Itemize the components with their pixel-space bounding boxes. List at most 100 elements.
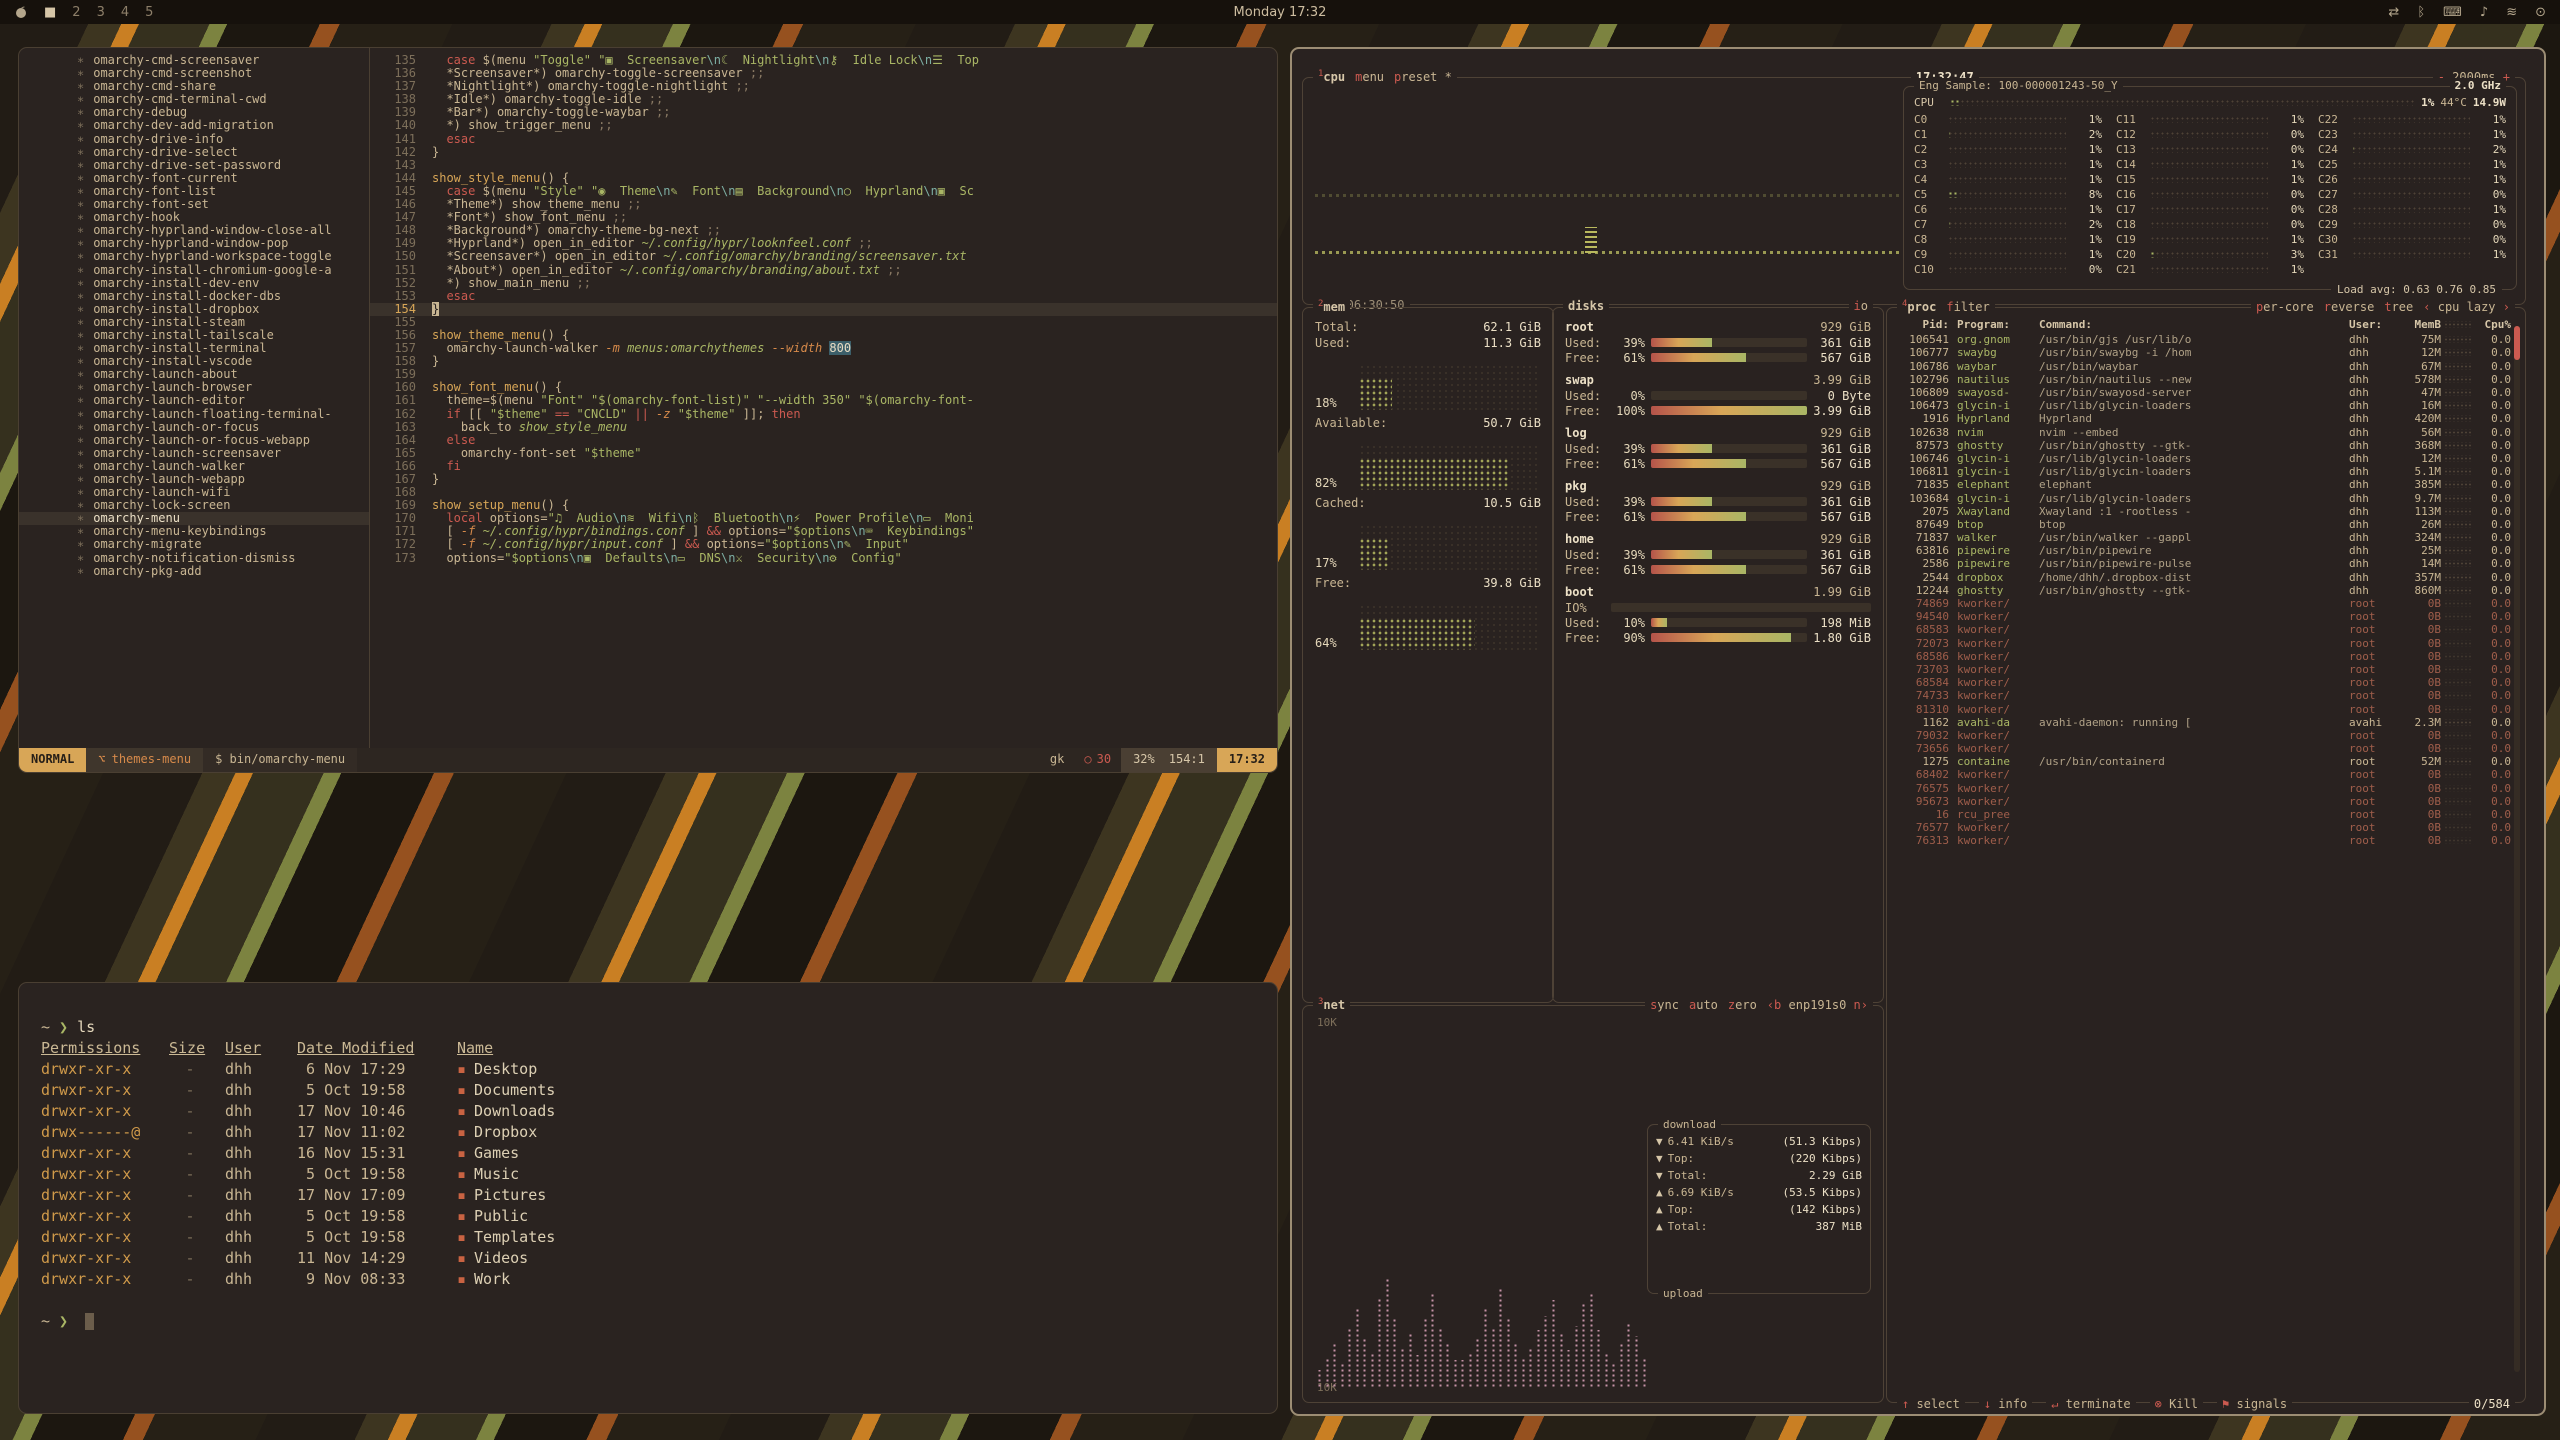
proc-row[interactable]: 76313kworker/root0B0.0 — [1897, 834, 2511, 847]
terminal-window[interactable]: ~ ❯ ls PermissionsSizeUserDate ModifiedN… — [18, 982, 1278, 1414]
proc-row[interactable]: 1916HyprlandHyprlanddhh420M0.0 — [1897, 412, 2511, 425]
code-line[interactable]: 154} — [370, 303, 1277, 316]
volume-icon[interactable]: ♪ — [2480, 5, 2488, 20]
tree-item[interactable]: ∗omarchy-migrate — [19, 538, 369, 551]
code-line[interactable]: 166 fi — [370, 460, 1277, 473]
preset-button[interactable]: preset * — [1389, 70, 1457, 84]
tree-item[interactable]: ∗omarchy-install-steam — [19, 316, 369, 329]
code-line[interactable]: 140 *) show_trigger_menu ;; — [370, 119, 1277, 132]
tree-item[interactable]: ∗omarchy-install-docker-dbs — [19, 290, 369, 303]
proc-row[interactable]: 1275containe/usr/bin/containerdroot52M0.… — [1897, 755, 2511, 768]
code-line[interactable]: 158} — [370, 355, 1277, 368]
proc-scrollbar-thumb[interactable] — [2514, 326, 2520, 360]
proc-column-header[interactable]: Program: — [1949, 318, 2031, 331]
tree-item[interactable]: ∗omarchy-install-chromium-google-a — [19, 264, 369, 277]
proc-row[interactable]: 95673kworker/root0B0.0 — [1897, 795, 2511, 808]
net-sync-button[interactable]: sync — [1645, 998, 1684, 1012]
proc-percore-button[interactable]: per-core — [2251, 300, 2319, 314]
editor-window[interactable]: ∗omarchy-cmd-screensaver∗omarchy-cmd-scr… — [18, 47, 1278, 773]
proc-row[interactable]: 2075XwaylandXwayland :1 -rootless -dhh11… — [1897, 505, 2511, 518]
proc-header-row[interactable]: Pid:Program:Command:User:MemBCpu% — [1897, 318, 2511, 331]
proc-column-header[interactable]: MemB — [2397, 318, 2441, 331]
proc-row[interactable]: 71837walker/usr/bin/walker --gappldhh324… — [1897, 531, 2511, 544]
tree-item[interactable]: ∗omarchy-drive-select — [19, 146, 369, 159]
tree-item[interactable]: ∗omarchy-lock-screen — [19, 499, 369, 512]
proc-row[interactable]: 94540kworker/root0B0.0 — [1897, 610, 2511, 623]
proc-row[interactable]: 102638nvimnvim --embeddhh56M0.0 — [1897, 426, 2511, 439]
proc-row[interactable]: 106473glycin-i/usr/lib/glycin-loadersdhh… — [1897, 399, 2511, 412]
code-line[interactable]: 163 back_to show_style_menu — [370, 421, 1277, 434]
tree-item[interactable]: ∗omarchy-hyprland-workspace-toggle — [19, 250, 369, 263]
proc-filter-button[interactable]: filter — [1941, 300, 1994, 314]
proc-row[interactable]: 102796nautilus/usr/bin/nautilus --newdhh… — [1897, 373, 2511, 386]
proc-row[interactable]: 106777swaybg/usr/bin/swaybg -i /homdhh12… — [1897, 346, 2511, 359]
code-line[interactable]: 165 omarchy-font-set "$theme" — [370, 447, 1277, 460]
workspace-1[interactable]: ■ — [44, 5, 56, 20]
proc-row[interactable]: 68402kworker/root0B0.0 — [1897, 768, 2511, 781]
tree-item[interactable]: ∗omarchy-drive-info — [19, 133, 369, 146]
code-line[interactable]: 152 *) show_main_menu ;; — [370, 277, 1277, 290]
proc-row[interactable]: 87573ghostty/usr/bin/ghostty --gtk-dhh36… — [1897, 439, 2511, 452]
code-line[interactable]: 173 options="$options\n▣ Defaults\n▭ DNS… — [370, 552, 1277, 565]
proc-row[interactable]: 16rcu_preeroot0B0.0 — [1897, 808, 2511, 821]
proc-row[interactable]: 76575kworker/root0B0.0 — [1897, 782, 2511, 795]
proc-row[interactable]: 73703kworker/root0B0.0 — [1897, 663, 2511, 676]
net-zero-button[interactable]: zero — [1723, 998, 1762, 1012]
tree-item[interactable]: ∗omarchy-font-set — [19, 198, 369, 211]
keyboard-icon[interactable]: ⌨ — [2443, 5, 2462, 20]
tree-item[interactable]: ∗omarchy-launch-screensaver — [19, 447, 369, 460]
proc-reverse-button[interactable]: reverse — [2319, 300, 2380, 314]
code-line[interactable]: 157 omarchy-launch-walker -m menus:omarc… — [370, 342, 1277, 355]
proc-row[interactable]: 1162avahi-daavahi-daemon: running [avahi… — [1897, 716, 2511, 729]
proc-tree-button[interactable]: tree — [2379, 300, 2418, 314]
menu-button[interactable]: menu — [1350, 70, 1389, 84]
workspace-4[interactable]: 4 — [121, 5, 129, 20]
proc-row[interactable]: 12244ghostty/usr/bin/ghostty --gtk-dhh86… — [1897, 584, 2511, 597]
tree-item[interactable]: ∗omarchy-launch-floating-terminal- — [19, 408, 369, 421]
workspace-2[interactable]: 2 — [72, 5, 80, 20]
proc-row[interactable]: 74869kworker/root0B0.0 — [1897, 597, 2511, 610]
proc-row[interactable]: 68586kworker/root0B0.0 — [1897, 650, 2511, 663]
proc-row[interactable]: 2544dropbox/home/dhh/.dropbox-distdhh357… — [1897, 571, 2511, 584]
proc-row[interactable]: 106809swayosd-/usr/bin/swayosd-serverdhh… — [1897, 386, 2511, 399]
workspace-5[interactable]: 5 — [145, 5, 153, 20]
tree-item[interactable]: ∗omarchy-pkg-add — [19, 565, 369, 578]
bluetooth-icon[interactable]: ᛒ — [2417, 5, 2425, 20]
code-line[interactable]: 142} — [370, 146, 1277, 159]
clock[interactable]: Monday 17:32 — [1234, 5, 1327, 20]
proc-row[interactable]: 68584kworker/root0B0.0 — [1897, 676, 2511, 689]
proc-row[interactable]: 2586pipewire/usr/bin/pipewire-pulsedhh14… — [1897, 557, 2511, 570]
net-auto-button[interactable]: auto — [1684, 998, 1723, 1012]
proc-row[interactable]: 106811glycin-i/usr/lib/glycin-loadersdhh… — [1897, 465, 2511, 478]
btop-window[interactable]: 1cpu menu preset * 17:32:47 - 2000ms + E… — [1290, 47, 2546, 1416]
proc-row[interactable]: 106746glycin-i/usr/lib/glycin-loadersdhh… — [1897, 452, 2511, 465]
code-line[interactable]: 167} — [370, 473, 1277, 486]
workspace-3[interactable]: 3 — [97, 5, 105, 20]
proc-row[interactable]: 71835elephantelephantdhh385M0.0 — [1897, 478, 2511, 491]
proc-row[interactable]: 73656kworker/root0B0.0 — [1897, 742, 2511, 755]
proc-footer-info[interactable]: ↓ info — [1979, 1397, 2032, 1411]
tree-item[interactable]: ∗omarchy-dev-add-migration — [19, 119, 369, 132]
proc-row[interactable]: 76577kworker/root0B0.0 — [1897, 821, 2511, 834]
proc-row[interactable]: 72073kworker/root0B0.0 — [1897, 637, 2511, 650]
tree-item[interactable]: ∗omarchy-launch-or-focus-webapp — [19, 434, 369, 447]
tree-item[interactable]: ∗omarchy-install-dropbox — [19, 303, 369, 316]
proc-row[interactable]: 87649btopbtopdhh26M0.0 — [1897, 518, 2511, 531]
proc-footer-kill[interactable]: ⊗ Kill — [2150, 1397, 2203, 1411]
network-icon[interactable]: ≋ — [2506, 5, 2517, 20]
proc-row[interactable]: 106541org.gnom/usr/bin/gjs /usr/lib/odhh… — [1897, 333, 2511, 346]
tree-item[interactable]: ∗omarchy-drive-set-password — [19, 159, 369, 172]
proc-row[interactable]: 81310kworker/root0B0.0 — [1897, 702, 2511, 715]
tree-item[interactable]: ∗omarchy-launch-editor — [19, 394, 369, 407]
io-toggle[interactable]: io — [1849, 299, 1873, 313]
proc-row[interactable]: 63816pipewire/usr/bin/pipewiredhh25M0.0 — [1897, 544, 2511, 557]
proc-footer-signals[interactable]: ⚑ signals — [2217, 1397, 2292, 1411]
screencast-icon[interactable]: ⇄ — [2388, 5, 2399, 20]
proc-column-header[interactable]: Cpu% — [2475, 318, 2511, 331]
proc-row[interactable]: 106786waybar/usr/bin/waybardhh67M0.0 — [1897, 360, 2511, 373]
proc-footer-terminate[interactable]: ↵ terminate — [2046, 1397, 2135, 1411]
proc-sort-selector[interactable]: ‹ cpu lazy › — [2418, 300, 2515, 314]
tree-item[interactable]: ∗omarchy-font-current — [19, 172, 369, 185]
proc-column-header[interactable]: Pid: — [1897, 318, 1949, 331]
proc-row[interactable]: 74733kworker/root0B0.0 — [1897, 689, 2511, 702]
